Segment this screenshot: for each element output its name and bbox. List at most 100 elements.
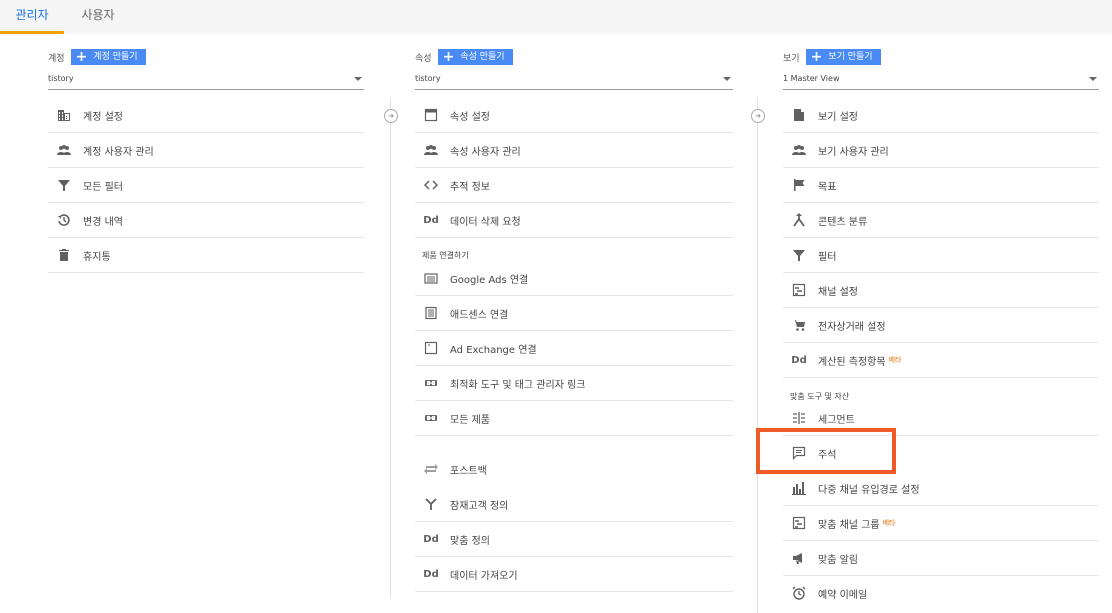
link-icon bbox=[423, 410, 439, 426]
menu-item-label: 최적화 도구 및 태그 관리자 링크 bbox=[450, 379, 586, 391]
menu-item-label: 필터 bbox=[818, 251, 837, 263]
menu-item-label: 모든 필터 bbox=[83, 181, 123, 193]
menu-item-all-filters[interactable]: 모든 필터 bbox=[48, 168, 364, 203]
menu-item-optimize-tag-link[interactable]: 최적화 도구 및 태그 관리자 링크 bbox=[415, 366, 733, 401]
caret-down-icon bbox=[354, 77, 362, 81]
create-account-button[interactable]: + 계정 만들기 bbox=[70, 49, 146, 65]
tab-admin[interactable]: 관리자 bbox=[0, 0, 64, 34]
menu-item-label: 속성 사용자 관리 bbox=[450, 146, 521, 158]
menu-item-content-grouping[interactable]: 콘텐츠 분류 bbox=[783, 203, 1099, 238]
menu-item-label: 보기 사용자 관리 bbox=[818, 146, 889, 158]
menu-item-postbacks[interactable]: 포스트백 bbox=[415, 452, 733, 486]
adsense-icon bbox=[423, 305, 439, 321]
menu-item-view-settings[interactable]: 보기 설정 bbox=[783, 98, 1099, 133]
menu-item-data-deletion[interactable]: Dd 데이터 삭제 요청 bbox=[415, 203, 733, 238]
dd-icon: Dd bbox=[791, 354, 807, 366]
menu-item-custom-channel-grouping[interactable]: 맞춤 채널 그룹 베타 bbox=[783, 506, 1099, 541]
cart-icon bbox=[791, 317, 807, 333]
history-icon bbox=[56, 212, 72, 228]
menu-item-mcf-settings[interactable]: 다중 채널 유입경로 설정 bbox=[783, 471, 1099, 506]
alarm-clock-icon bbox=[791, 585, 807, 601]
create-account-label: 계정 만들기 bbox=[93, 52, 138, 62]
menu-item-view-user-management[interactable]: 보기 사용자 관리 bbox=[783, 133, 1099, 168]
menu-item-label: 변경 내역 bbox=[83, 216, 123, 228]
menu-item-calculated-metrics[interactable]: Dd 계산된 측정항목 베타 bbox=[783, 343, 1099, 378]
create-property-label: 속성 만들기 bbox=[460, 52, 505, 62]
building-icon bbox=[56, 107, 72, 123]
menu-item-change-history[interactable]: 변경 내역 bbox=[48, 203, 364, 238]
property-header: 속성 + 속성 만들기 bbox=[415, 49, 513, 65]
column-divider-1 bbox=[390, 98, 391, 598]
plus-icon: + bbox=[442, 49, 455, 65]
window-icon bbox=[423, 107, 439, 123]
menu-item-label: 포스트백 bbox=[450, 465, 487, 477]
ads-icon bbox=[423, 270, 439, 286]
column-divider-2 bbox=[757, 98, 758, 613]
people-icon bbox=[56, 142, 72, 158]
menu-item-label: Ad Exchange 연결 bbox=[450, 344, 537, 356]
caret-down-icon bbox=[1089, 77, 1097, 81]
merge-icon bbox=[791, 212, 807, 228]
menu-item-ad-exchange[interactable]: Ad Exchange 연결 bbox=[415, 331, 733, 366]
menu-item-tracking-info[interactable]: 추적 정보 bbox=[415, 168, 733, 203]
beta-badge: 베타 bbox=[888, 356, 902, 364]
dd-icon: Dd bbox=[423, 533, 439, 545]
code-icon bbox=[423, 177, 439, 193]
filter-icon bbox=[791, 247, 807, 263]
menu-item-label: 예약 이메일 bbox=[818, 589, 868, 601]
menu-item-audience-definitions[interactable]: 잠재고객 정의 bbox=[415, 487, 733, 522]
menu-item-goals[interactable]: 목표 bbox=[783, 168, 1099, 203]
dd-icon: Dd bbox=[423, 568, 439, 580]
arrow-right-icon: ➔ bbox=[751, 109, 765, 123]
menu-item-label: 데이터 가져오기 bbox=[450, 570, 518, 582]
menu-item-label: 휴지통 bbox=[83, 251, 111, 263]
beta-badge: 베타 bbox=[882, 519, 896, 527]
menu-item-account-user-management[interactable]: 계정 사용자 관리 bbox=[48, 133, 364, 168]
menu-item-property-settings[interactable]: 속성 설정 bbox=[415, 98, 733, 133]
megaphone-icon bbox=[791, 550, 807, 566]
annotation-highlight-box bbox=[756, 428, 896, 474]
menu-item-label: 계정 사용자 관리 bbox=[83, 146, 154, 158]
menu-item-label: 콘텐츠 분류 bbox=[818, 216, 868, 228]
people-icon bbox=[791, 142, 807, 158]
menu-item-property-user-management[interactable]: 속성 사용자 관리 bbox=[415, 133, 733, 168]
swap-arrows-icon bbox=[423, 461, 439, 477]
fork-icon bbox=[423, 496, 439, 512]
menu-item-custom-alerts[interactable]: 맞춤 알림 bbox=[783, 541, 1099, 576]
menu-item-view-filters[interactable]: 필터 bbox=[783, 238, 1099, 273]
menu-item-google-ads[interactable]: Google Ads 연결 bbox=[415, 261, 733, 296]
product-linking-heading: 제품 연결하기 bbox=[422, 251, 469, 260]
create-view-label: 보기 만들기 bbox=[828, 52, 873, 62]
account-select[interactable]: tistory bbox=[48, 70, 364, 90]
create-property-button[interactable]: + 속성 만들기 bbox=[437, 49, 513, 65]
menu-item-trash[interactable]: 휴지통 bbox=[48, 238, 364, 273]
view-label: 보기 bbox=[783, 53, 800, 64]
menu-item-label: 속성 설정 bbox=[450, 111, 490, 123]
menu-item-scheduled-emails[interactable]: 예약 이메일 bbox=[783, 576, 1099, 610]
menu-item-all-products[interactable]: 모든 제품 bbox=[415, 401, 733, 436]
create-view-button[interactable]: + 보기 만들기 bbox=[805, 49, 881, 65]
tab-user[interactable]: 사용자 bbox=[66, 0, 130, 31]
menu-item-adsense[interactable]: 애드센스 연결 bbox=[415, 296, 733, 331]
menu-item-custom-definitions[interactable]: Dd 맞춤 정의 bbox=[415, 522, 733, 557]
document-icon bbox=[791, 107, 807, 123]
property-select[interactable]: tistory bbox=[415, 70, 733, 90]
people-icon bbox=[423, 142, 439, 158]
menu-item-label: 잠재고객 정의 bbox=[450, 500, 509, 512]
menu-item-label: 전자상거래 설정 bbox=[818, 321, 886, 333]
menu-item-label: 계정 설정 bbox=[83, 111, 123, 123]
menu-item-data-import[interactable]: Dd 데이터 가져오기 bbox=[415, 557, 733, 592]
view-select[interactable]: 1 Master View bbox=[783, 70, 1099, 90]
menu-item-channel-settings[interactable]: 채널 설정 bbox=[783, 273, 1099, 308]
menu-item-label: 목표 bbox=[818, 181, 837, 193]
property-select-value: tistory bbox=[415, 74, 441, 83]
menu-item-label: 다중 채널 유입경로 설정 bbox=[818, 484, 920, 496]
menu-item-account-settings[interactable]: 계정 설정 bbox=[48, 98, 364, 133]
menu-item-label: 애드센스 연결 bbox=[450, 309, 509, 321]
menu-item-ecommerce-settings[interactable]: 전자상거래 설정 bbox=[783, 308, 1099, 343]
flag-icon bbox=[791, 177, 807, 193]
ad-exchange-icon bbox=[423, 340, 439, 356]
menu-item-label: 계산된 측정항목 bbox=[818, 356, 886, 368]
account-select-value: tistory bbox=[48, 74, 74, 83]
menu-item-label: 세그먼트 bbox=[818, 414, 855, 426]
